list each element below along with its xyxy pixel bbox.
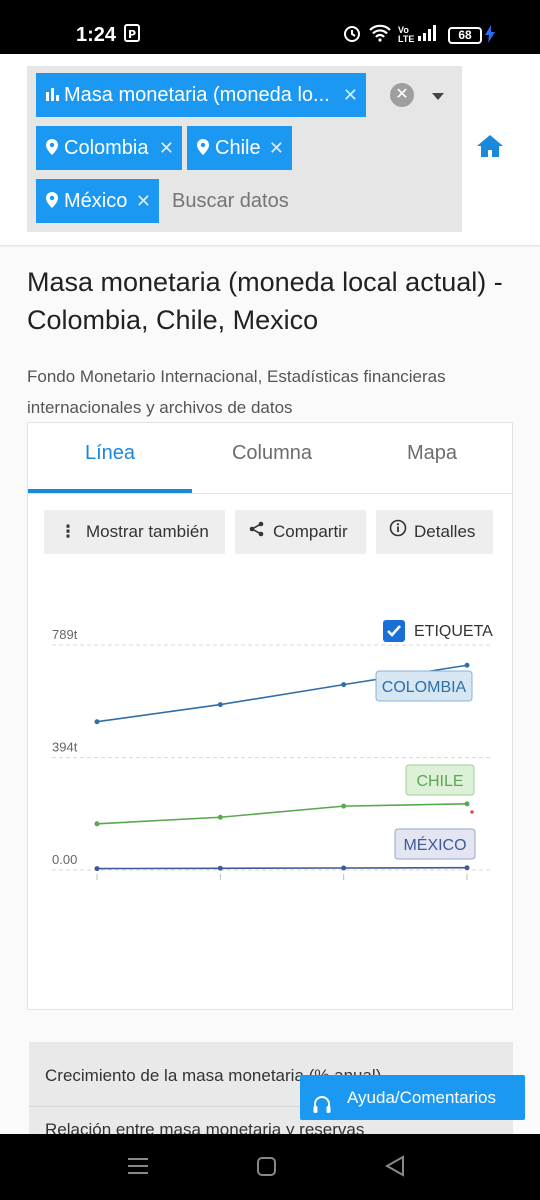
indicator-chip[interactable]: Masa monetaria (moneda lo... ✕ (36, 73, 366, 117)
data-point[interactable] (464, 801, 470, 807)
notification-p-icon: P (124, 24, 140, 47)
more-vertical-icon: ⋮ (59, 522, 77, 541)
info-icon (388, 510, 408, 554)
filter-search-box[interactable]: Masa monetaria (moneda lo... ✕ Colombia … (27, 66, 462, 232)
share-button[interactable]: Compartir (235, 510, 366, 554)
data-point[interactable] (464, 865, 470, 871)
show-also-button[interactable]: ⋮ Mostrar también (44, 510, 225, 554)
y-tick-label: 789t (52, 627, 78, 642)
country-chip-label: Chile (215, 137, 261, 159)
headset-icon (312, 1087, 332, 1113)
related-indicator-item[interactable]: Relación entre masa monetaria y reservas (45, 1120, 364, 1134)
series-label: CHILE (416, 773, 463, 790)
indicator-chip-label: Masa monetaria (moneda lo... (64, 84, 330, 106)
series-line (96, 803, 468, 825)
country-chip-label: Colombia (64, 137, 149, 159)
remove-mexico-chip-icon[interactable]: ✕ (136, 179, 151, 223)
share-label: Compartir (273, 522, 348, 541)
country-chip-mexico[interactable]: México ✕ (36, 179, 159, 223)
help-feedback-button[interactable]: Ayuda/Comentarios (300, 1075, 525, 1120)
system-nav-bar (0, 1134, 540, 1200)
main-content: Masa monetaria (moneda local actual) - C… (0, 247, 540, 1171)
signal-icon (417, 24, 439, 47)
y-tick-label: 394t (52, 740, 78, 755)
tab-mapa[interactable]: Mapa (350, 423, 514, 493)
chevron-down-icon[interactable] (432, 93, 444, 100)
series-line (96, 866, 468, 870)
data-point[interactable] (341, 682, 347, 688)
share-icon (247, 510, 267, 554)
tab-linea[interactable]: Línea (28, 423, 192, 493)
bar-chart-icon (46, 74, 59, 101)
country-chip-colombia[interactable]: Colombia ✕ (36, 126, 182, 170)
tab-columna[interactable]: Columna (190, 423, 354, 493)
alarm-icon (343, 24, 361, 47)
country-chip-label: México (64, 190, 128, 212)
page-title: Masa monetaria (moneda local actual) - C… (27, 267, 503, 335)
series-label: MÉXICO (403, 835, 466, 854)
charging-bolt-icon (485, 25, 495, 48)
data-point[interactable] (464, 662, 470, 668)
back-nav-icon[interactable] (384, 1155, 404, 1177)
volte-icon: Vo LTE (398, 25, 415, 44)
label-toggle-text: ETIQUETA (414, 623, 493, 640)
details-label: Detalles (414, 522, 476, 541)
data-source: Fondo Monetario Internacional, Estadísti… (27, 367, 446, 417)
status-bar: 1:24 P Vo LTE 68 (0, 0, 540, 54)
show-also-label: Mostrar también (86, 522, 209, 541)
svg-text:P: P (128, 28, 136, 41)
location-pin-icon (197, 127, 209, 155)
tabs-divider (28, 493, 512, 494)
marker-dot (470, 810, 474, 814)
remove-chile-chip-icon[interactable]: ✕ (269, 126, 284, 170)
clear-all-icon[interactable]: ✕ (390, 83, 414, 107)
location-pin-icon (46, 180, 58, 208)
data-point[interactable] (94, 719, 100, 725)
data-point[interactable] (94, 866, 100, 872)
details-button[interactable]: Detalles (376, 510, 493, 554)
line-chart: 789t 394t 0.00 COLOMBIA CHILE MÉXICO ETIQUETA (52, 620, 493, 880)
y-tick-label: 0.00 (52, 852, 77, 867)
country-chip-chile[interactable]: Chile ✕ (187, 126, 292, 170)
data-point[interactable] (217, 865, 223, 871)
help-feedback-label: Ayuda/Comentarios (347, 1088, 496, 1107)
home-icon[interactable] (476, 134, 504, 158)
series-label: COLOMBIA (382, 679, 467, 696)
home-nav-icon[interactable] (257, 1157, 276, 1176)
filter-header: Masa monetaria (moneda lo... ✕ Colombia … (0, 54, 540, 246)
status-time: 1:24 (76, 24, 117, 46)
wifi-icon (369, 24, 391, 47)
data-point[interactable] (217, 814, 223, 820)
data-point[interactable] (217, 702, 223, 708)
search-input[interactable] (172, 190, 332, 213)
data-point[interactable] (94, 821, 100, 827)
data-point[interactable] (341, 803, 347, 809)
data-point[interactable] (341, 865, 347, 871)
recent-apps-icon[interactable] (128, 1158, 148, 1174)
battery-icon: 68 (448, 27, 482, 44)
location-pin-icon (46, 127, 58, 155)
remove-indicator-chip-icon[interactable]: ✕ (343, 73, 358, 117)
remove-colombia-chip-icon[interactable]: ✕ (159, 126, 174, 170)
